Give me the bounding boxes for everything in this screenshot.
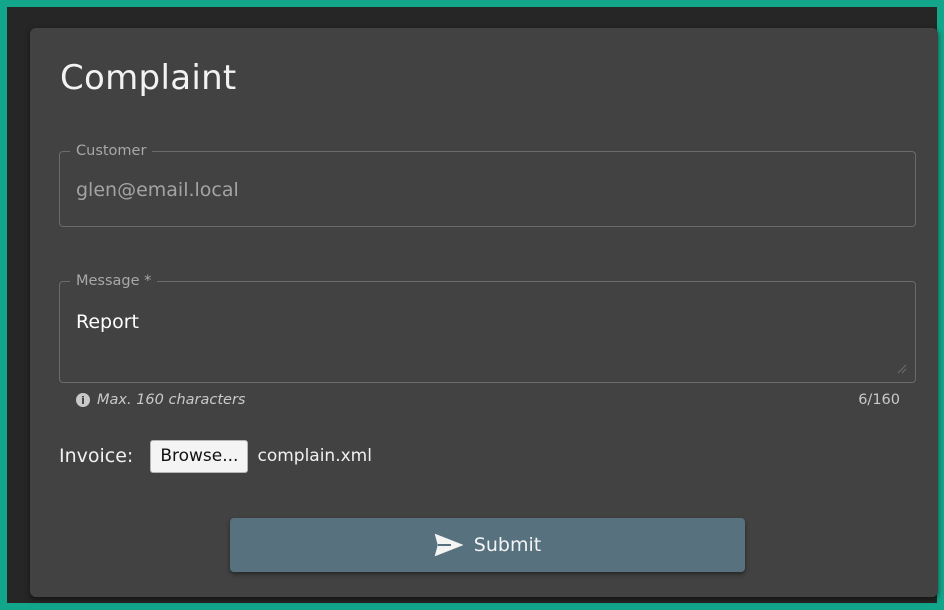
complaint-form-card: Complaint Customer Message * Report i Ma… — [30, 28, 938, 597]
character-counter: 6/160 — [858, 392, 900, 408]
message-field[interactable]: Message * Report — [59, 273, 916, 383]
invoice-label: Invoice: — [59, 445, 134, 467]
info-icon: i — [76, 393, 90, 407]
invoice-row: Invoice: Browse... complain.xml — [59, 439, 372, 473]
customer-input[interactable] — [76, 179, 876, 201]
send-icon — [434, 533, 464, 557]
submit-button-label: Submit — [473, 534, 542, 556]
screenshot-frame: Complaint Customer Message * Report i Ma… — [0, 0, 944, 610]
message-hint: i Max. 160 characters — [76, 392, 245, 408]
submit-button[interactable]: Submit — [230, 518, 745, 572]
message-field-label: Message * — [76, 273, 152, 289]
message-textarea[interactable]: Report — [76, 311, 856, 361]
browse-button[interactable]: Browse... — [150, 439, 249, 473]
message-hint-text: Max. 160 characters — [97, 392, 246, 408]
form-title: Complaint — [60, 58, 237, 98]
customer-field-label: Customer — [76, 143, 147, 159]
resize-grip-icon[interactable] — [895, 362, 907, 374]
customer-field[interactable]: Customer — [59, 143, 916, 227]
selected-file-name: complain.xml — [257, 446, 372, 466]
